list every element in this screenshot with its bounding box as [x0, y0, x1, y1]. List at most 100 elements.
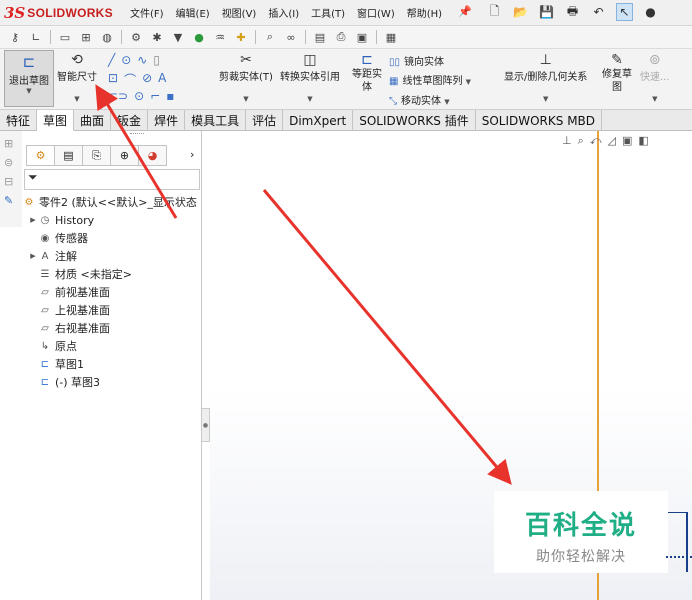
tree-item-top-plane[interactable]: ▱ 上视基准面: [22, 301, 202, 319]
chevron-down-icon[interactable]: ▼: [5, 87, 53, 95]
line-icon[interactable]: ╱: [108, 53, 115, 67]
sketch-tool-icon[interactable]: ✎: [4, 194, 22, 207]
network-icon[interactable]: ⊞: [79, 30, 93, 44]
previous-view-icon[interactable]: ⤺: [590, 134, 602, 148]
smart-dimension-button[interactable]: ⟲ 智能尺寸 ▼: [57, 52, 97, 103]
property-manager-tab-icon[interactable]: ▤: [54, 145, 83, 166]
pane-collapse-handle[interactable]: ●: [202, 408, 210, 442]
plane-sketch-icon[interactable]: ▯: [153, 53, 160, 67]
exit-sketch-button[interactable]: ⊏ 退出草图 ▼: [4, 50, 54, 107]
corner-icon[interactable]: ∟: [29, 30, 43, 44]
chevron-down-icon[interactable]: ▼: [444, 98, 449, 106]
tree-root[interactable]: ⚙ 零件2 (默认<<默认>_显示状态: [22, 193, 202, 211]
menu-window[interactable]: 窗口(W): [357, 5, 395, 20]
configuration-manager-tab-icon[interactable]: ⎘: [82, 145, 111, 166]
mirror-entities-button[interactable]: ▯▯ 镜向实体: [389, 53, 471, 72]
text-icon[interactable]: A: [158, 71, 166, 88]
dimxpert-manager-tab-icon[interactable]: ⊕: [110, 145, 139, 166]
display-relations-button[interactable]: ⊥ 显示/删除几何关系 ▼: [504, 52, 587, 103]
waveform-icon[interactable]: ♒: [213, 30, 227, 44]
menu-insert[interactable]: 插入(I): [268, 5, 299, 20]
menu-help[interactable]: 帮助(H): [407, 5, 442, 20]
quick-snaps-button[interactable]: ⊚ 快速... ▼: [640, 52, 670, 103]
pane-grip[interactable]: [130, 133, 144, 134]
tree-item-sketch3[interactable]: ⊏ (-) 草图3: [22, 373, 202, 391]
tree-item-sketch1[interactable]: ⊏ 草图1: [22, 355, 202, 373]
spline-icon[interactable]: ∿: [137, 53, 147, 67]
open-icon[interactable]: 📂: [512, 3, 529, 21]
chevron-down-icon[interactable]: ▼: [219, 95, 273, 103]
globe-icon[interactable]: ◍: [100, 30, 114, 44]
section-view-icon[interactable]: ◿: [608, 134, 616, 148]
document-icon[interactable]: ▤: [313, 30, 327, 44]
circle-icon[interactable]: ⊙: [121, 53, 131, 67]
chevron-right-icon[interactable]: ▶: [28, 252, 38, 260]
menu-tools[interactable]: 工具(T): [311, 5, 345, 20]
repair-sketch-button[interactable]: ✎ 修复草图: [600, 52, 634, 94]
calendar-icon[interactable]: ▦: [384, 30, 398, 44]
move-entities-button[interactable]: ⤡ 移动实体 ▼: [389, 92, 471, 112]
display-style-icon[interactable]: ◧: [638, 134, 648, 148]
arc-icon[interactable]: ⌒: [124, 71, 136, 88]
rectangle-icon[interactable]: ⊡: [108, 71, 118, 88]
offset-entities-button[interactable]: ⊏ 等距实体: [350, 52, 384, 94]
chevron-down-icon[interactable]: ▼: [57, 95, 97, 103]
monitor-icon[interactable]: ▭: [58, 30, 72, 44]
plugin-icon[interactable]: ✚: [234, 30, 248, 44]
tab-sketch[interactable]: 草图: [37, 110, 75, 131]
undo-icon[interactable]: ↶: [590, 3, 607, 21]
tree-item-history[interactable]: ▶ ◷ History: [22, 211, 202, 229]
chevron-down-icon[interactable]: ▼: [280, 95, 340, 103]
chevron-right-icon[interactable]: ▶: [28, 216, 38, 224]
tab-features[interactable]: 特征: [0, 110, 38, 131]
new-document-icon[interactable]: 🗋: [486, 3, 503, 21]
cup-icon[interactable]: ▼: [171, 30, 185, 44]
fillet-icon[interactable]: ⌐: [150, 89, 160, 103]
slot-icon[interactable]: ⊂⊃: [108, 89, 128, 103]
menu-view[interactable]: 视图(V): [222, 5, 257, 20]
tab-evaluate[interactable]: 评估: [246, 110, 284, 131]
select-pointer-icon[interactable]: ↖: [616, 3, 633, 21]
bug-icon[interactable]: ✱: [150, 30, 164, 44]
feature-tree-tab-icon[interactable]: ⚙: [26, 145, 55, 166]
image-icon[interactable]: ▣: [355, 30, 369, 44]
chevron-down-icon[interactable]: ▼: [504, 95, 587, 103]
zoom-to-fit-icon[interactable]: ⊥: [562, 134, 572, 148]
chevron-right-icon[interactable]: ›: [190, 148, 194, 161]
filter-icon[interactable]: ⏷: [24, 169, 200, 190]
tab-dimxpert[interactable]: DimXpert: [283, 110, 354, 131]
tree-item-origin[interactable]: ↳ 原点: [22, 337, 202, 355]
menu-edit[interactable]: 编辑(E): [176, 5, 210, 20]
print-icon[interactable]: 🖶: [564, 3, 581, 21]
ellipse-icon[interactable]: ⊘: [142, 71, 152, 88]
menu-file[interactable]: 文件(F): [130, 5, 164, 20]
tab-mold-tools[interactable]: 模具工具: [185, 110, 247, 131]
tab-solidworks-mbd[interactable]: SOLIDWORKS MBD: [476, 110, 603, 131]
binoculars-icon[interactable]: ∞: [284, 30, 298, 44]
polygon-icon[interactable]: ⊙: [134, 89, 144, 103]
save-icon[interactable]: 💾: [538, 3, 555, 21]
search-icon[interactable]: ⌕: [263, 30, 277, 44]
trim-entities-button[interactable]: ✂ 剪裁实体(T) ▼: [219, 52, 273, 103]
point-icon[interactable]: ▪: [166, 89, 174, 103]
traffic-light-icon[interactable]: ●: [642, 3, 659, 21]
view-orientation-icon[interactable]: ▣: [622, 134, 632, 148]
tree-item-front-plane[interactable]: ▱ 前视基准面: [22, 283, 202, 301]
chevron-down-icon[interactable]: ▼: [640, 95, 670, 103]
pin-icon[interactable]: 📌: [458, 5, 472, 18]
tab-weldments[interactable]: 焊件: [148, 110, 186, 131]
linear-pattern-button[interactable]: ▦ 线性草图阵列 ▼: [389, 72, 471, 92]
gear-icon[interactable]: ⚙: [129, 30, 143, 44]
pin-green-icon[interactable]: ●: [192, 30, 206, 44]
tree-item-annotations[interactable]: ▶ A 注解: [22, 247, 202, 265]
tab-solidworks-addins[interactable]: SOLIDWORKS 插件: [353, 110, 476, 131]
display-manager-tab-icon[interactable]: ◕: [138, 145, 167, 166]
tree-item-right-plane[interactable]: ▱ 右视基准面: [22, 319, 202, 337]
tree-item-material[interactable]: ☰ 材质 <未指定>: [22, 265, 202, 283]
tab-sheet-metal[interactable]: 钣金: [111, 110, 149, 131]
tree-item-sensors[interactable]: ◉ 传感器: [22, 229, 202, 247]
convert-entities-button[interactable]: ◫ 转换实体引用 ▼: [280, 52, 340, 103]
print-preview-icon[interactable]: ⎙: [334, 30, 348, 44]
chevron-down-icon[interactable]: ▼: [466, 78, 471, 86]
key-icon[interactable]: ⚷: [8, 30, 22, 44]
